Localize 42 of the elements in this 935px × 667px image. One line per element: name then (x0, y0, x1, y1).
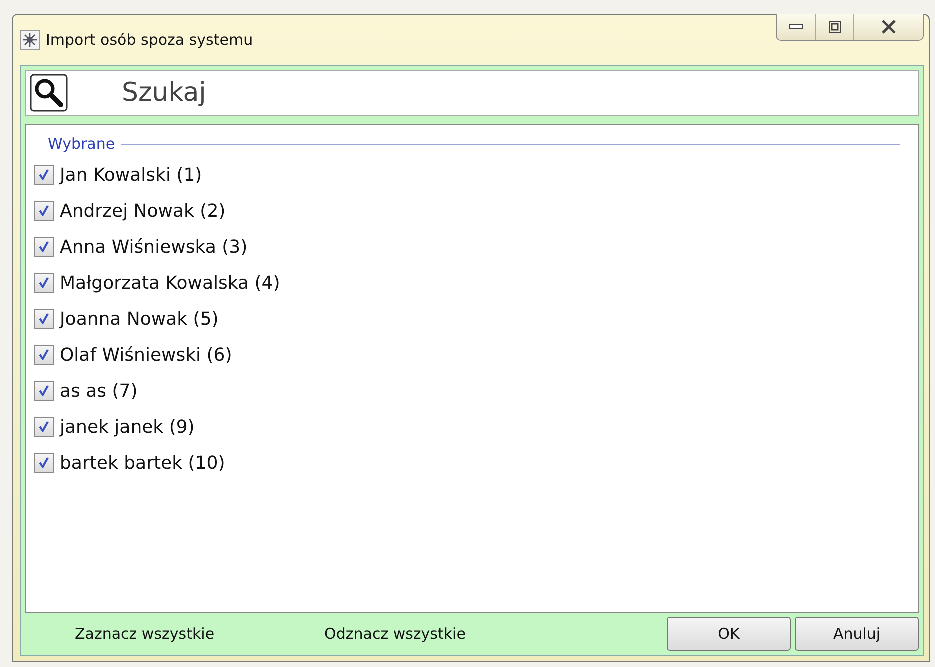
check-icon (38, 385, 50, 397)
checkbox[interactable] (34, 309, 54, 329)
cancel-button[interactable]: Anuluj (795, 617, 919, 651)
check-icon (38, 241, 50, 253)
search-field[interactable]: Szukaj (25, 70, 919, 116)
group-title: Wybrane (48, 135, 116, 153)
select-link[interactable]: Zaznacz wszystkie (75, 625, 215, 643)
person-label[interactable]: Anna Wiśniewska (3) (60, 236, 248, 258)
checkbox[interactable] (34, 201, 54, 221)
person-label[interactable]: janek janek (9) (60, 416, 195, 438)
person-label[interactable]: bartek bartek (10) (60, 452, 226, 474)
check-icon (38, 457, 50, 469)
person-label[interactable]: Olaf Wiśniewski (6) (60, 344, 232, 366)
check-icon (38, 169, 50, 181)
minimize-icon (789, 24, 803, 30)
person-label[interactable]: as as (7) (60, 380, 138, 402)
window-title: Import osób spoza systemu (46, 31, 254, 49)
check-icon (38, 313, 50, 325)
checkbox[interactable] (34, 165, 54, 185)
ok-button[interactable]: OK (667, 617, 791, 651)
person-label[interactable]: Andrzej Nowak (2) (60, 200, 226, 222)
close-icon (880, 20, 896, 34)
maximize-icon (828, 21, 840, 33)
checkbox[interactable] (34, 237, 54, 257)
search-input[interactable]: Szukaj (120, 77, 914, 109)
person-label[interactable]: Jan Kowalski (1) (60, 164, 202, 186)
checkbox[interactable] (34, 453, 54, 473)
checkbox[interactable] (34, 417, 54, 437)
check-icon (38, 421, 50, 433)
check-icon (38, 349, 50, 361)
checkbox[interactable] (34, 381, 54, 401)
checkbox[interactable] (34, 273, 54, 293)
person-label[interactable]: Małgorzata Kowalska (4) (60, 272, 280, 294)
close-button[interactable] (853, 14, 923, 40)
person-label[interactable]: Joanna Nowak (5) (60, 308, 219, 330)
check-icon (38, 205, 50, 217)
checkbox[interactable] (34, 345, 54, 365)
maximize-button[interactable] (815, 14, 853, 40)
search-icon (30, 74, 68, 112)
select-link[interactable]: Odznacz wszystkie (324, 625, 466, 643)
minimize-button[interactable] (777, 14, 815, 40)
check-icon (38, 277, 50, 289)
